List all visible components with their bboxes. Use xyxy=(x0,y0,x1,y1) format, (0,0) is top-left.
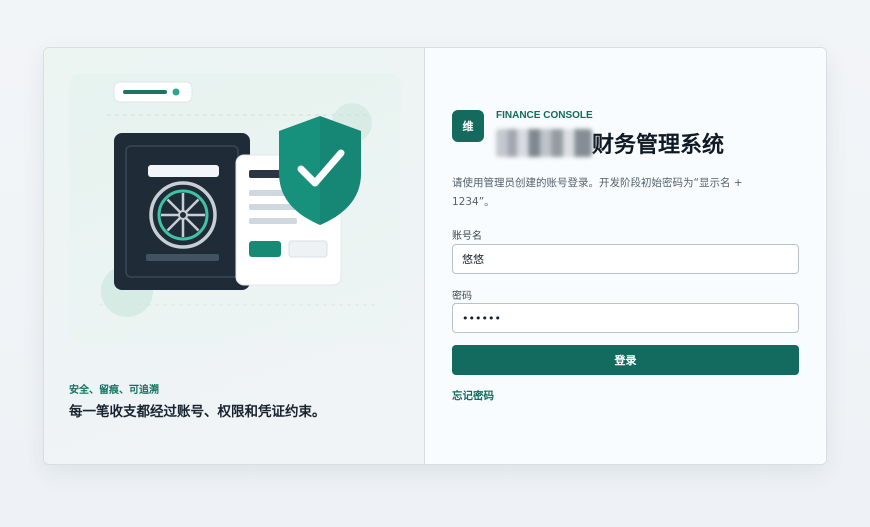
page-title-row: 财务管理系统 xyxy=(496,127,724,159)
username-label: 账号名 xyxy=(452,231,482,242)
password-value: •••••• xyxy=(462,311,501,325)
page-title: 财务管理系统 xyxy=(592,133,725,158)
hero-tagline: 安全、留痕、可追溯 xyxy=(69,385,159,396)
login-panel: 维 FINANCE CONSOLE 财务管理系统 请使用管理员创建的账号登录。开… xyxy=(425,48,826,464)
forgot-password-link[interactable]: 忘记密码 xyxy=(452,388,494,403)
redacted-org-name xyxy=(496,129,592,157)
username-value: 悠悠 xyxy=(462,253,484,266)
hero-headline: 每一笔收支都经过账号、权限和凭证约束。 xyxy=(69,404,326,420)
login-hint: 请使用管理员创建的账号登录。开发阶段初始密码为“显示名 + 1234”。 xyxy=(452,177,743,208)
password-input[interactable]: •••••• xyxy=(452,303,799,333)
hero-panel: 安全、留痕、可追溯 每一笔收支都经过账号、权限和凭证约束。 xyxy=(44,48,425,464)
brand-logo: 维 xyxy=(452,110,484,142)
hero-illustration xyxy=(69,73,401,343)
passport-shield-illustration xyxy=(99,81,379,317)
login-button[interactable]: 登录 xyxy=(452,345,799,375)
password-label: 密码 xyxy=(452,291,472,302)
console-label: FINANCE CONSOLE xyxy=(496,110,593,121)
username-input[interactable]: 悠悠 xyxy=(452,244,799,274)
login-card: 安全、留痕、可追溯 每一笔收支都经过账号、权限和凭证约束。 维 FINANCE … xyxy=(43,47,827,465)
